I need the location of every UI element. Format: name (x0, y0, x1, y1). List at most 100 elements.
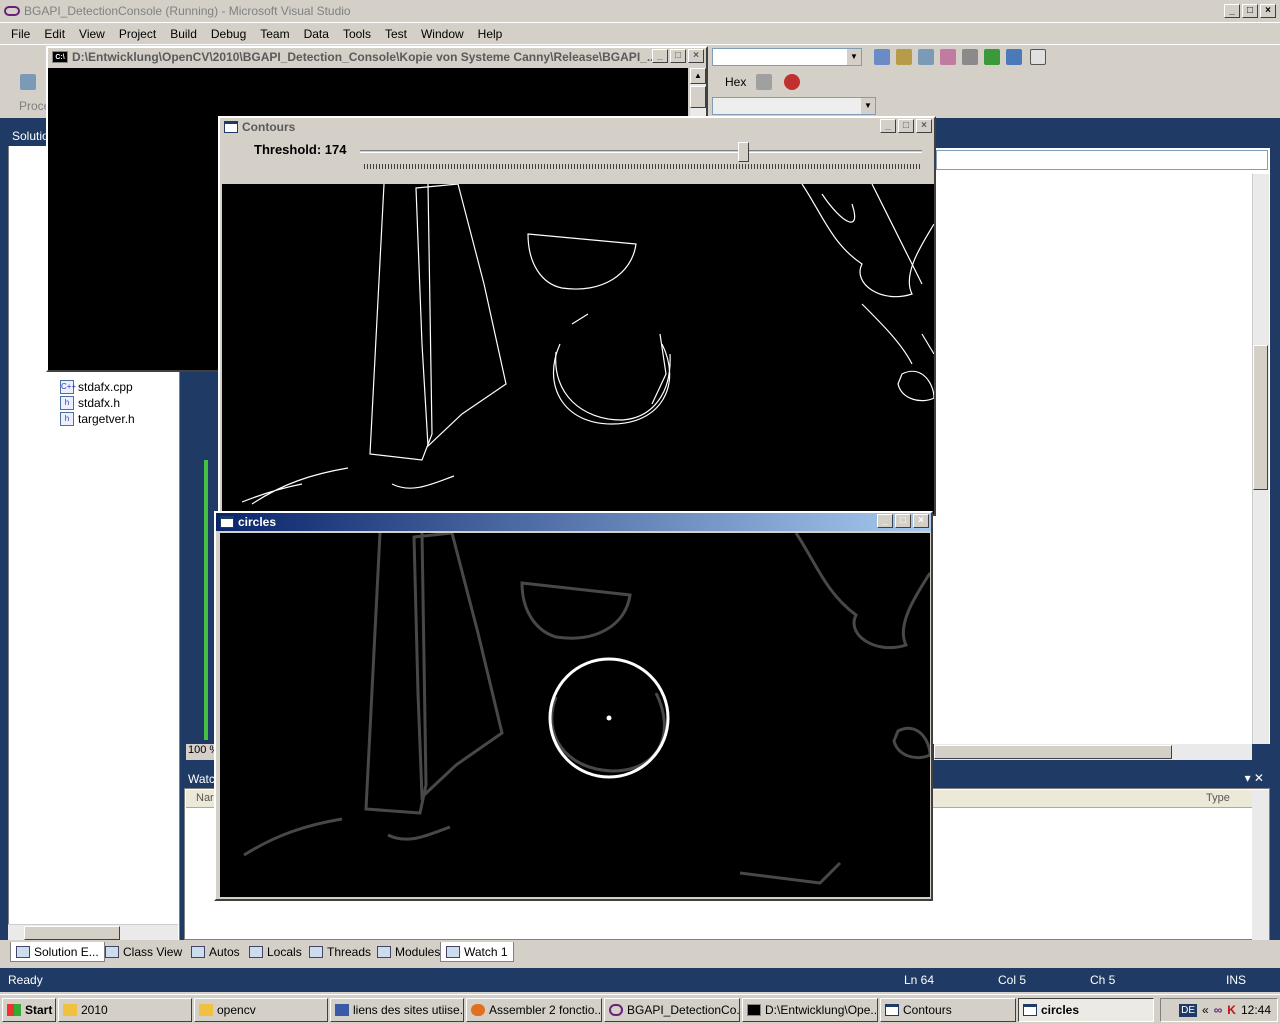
console-title-bar[interactable]: C:\ D:\Entwicklung\OpenCV\2010\BGAPI_Det… (48, 48, 706, 66)
minimize-button[interactable]: _ (1224, 4, 1240, 18)
close-button[interactable]: × (1260, 4, 1276, 18)
watch-icon (446, 945, 460, 958)
circle-center-point (606, 715, 612, 721)
tab-solution-explorer[interactable]: Solution E... (10, 942, 105, 962)
maximize-button[interactable]: □ (898, 119, 914, 133)
slider-ticks (364, 164, 920, 169)
start-button[interactable]: Start (2, 998, 56, 1022)
menu-window[interactable]: Window (414, 27, 471, 41)
object-browser-icon[interactable] (918, 49, 934, 65)
start-page-icon[interactable] (984, 49, 1000, 65)
tab-modules[interactable]: Modules (372, 942, 445, 962)
windows-logo-icon (7, 1004, 21, 1016)
menu-project[interactable]: Project (112, 27, 163, 41)
task-label: Contours (903, 1003, 952, 1017)
tools-icon[interactable] (962, 49, 978, 65)
taskbar: Start 2010 opencv liens des sites utiise… (0, 994, 1280, 1024)
scroll-thumb[interactable] (690, 86, 706, 108)
show-hidden-icons-icon[interactable]: « (1202, 1003, 1209, 1017)
circles-title-bar[interactable]: circles _ □ × (216, 513, 931, 531)
file-stdafx-h[interactable]: h stdafx.h (60, 396, 120, 410)
minimize-button[interactable]: _ (877, 514, 893, 528)
vs-window-title: BGAPI_DetectionConsole (Running) - Micro… (24, 4, 351, 18)
taskbar-item-visual-studio[interactable]: BGAPI_DetectionCo... (604, 998, 740, 1022)
menu-view[interactable]: View (72, 27, 112, 41)
debug-icon[interactable] (20, 74, 36, 90)
find-icon[interactable] (874, 49, 890, 65)
status-text: Ready (8, 973, 43, 987)
threshold-slider-track[interactable] (360, 150, 922, 153)
maximize-button[interactable]: □ (1242, 4, 1258, 18)
watch-vscrollbar[interactable] (1252, 790, 1269, 940)
maximize-button[interactable]: □ (670, 49, 686, 63)
visual-studio-tray-icon[interactable]: ∞ (1214, 1003, 1223, 1017)
taskbar-item-2010[interactable]: 2010 (58, 998, 192, 1022)
menu-file[interactable]: File (4, 27, 37, 41)
tab-label: Threads (327, 945, 372, 959)
maximize-button[interactable]: □ (895, 514, 911, 528)
hex-toggle[interactable]: Hex (725, 75, 746, 89)
folder-icon (199, 1004, 213, 1016)
tab-class-view[interactable]: Class View (100, 942, 187, 962)
menu-help[interactable]: Help (471, 27, 510, 41)
close-button[interactable]: × (913, 514, 929, 528)
team-explorer-icon[interactable] (1006, 49, 1022, 65)
close-icon[interactable]: ▾ ✕ (1245, 771, 1264, 785)
close-button[interactable]: × (916, 119, 932, 133)
editor-hscroll-thumb[interactable] (934, 745, 1172, 759)
menu-tools[interactable]: Tools (336, 27, 378, 41)
scroll-up-arrow-icon[interactable]: ▲ (690, 68, 706, 84)
properties-icon[interactable] (896, 49, 912, 65)
column-type[interactable]: Type (1206, 792, 1230, 804)
antivirus-icon[interactable]: K (1227, 1003, 1236, 1017)
breakpoint-icon[interactable] (784, 74, 800, 90)
solution-config-combo[interactable]: ▼ (712, 48, 862, 66)
window-icon (885, 1004, 899, 1016)
tab-autos[interactable]: Autos (186, 942, 245, 962)
menu-edit[interactable]: Edit (37, 27, 72, 41)
header-file-icon: h (60, 396, 74, 410)
stack-frame-combo[interactable]: ▼ (712, 97, 876, 115)
tab-label: Class View (123, 945, 183, 959)
menu-data[interactable]: Data (297, 27, 336, 41)
task-label: circles (1041, 1003, 1080, 1017)
contours-title: Contours (242, 120, 296, 134)
tab-watch-1[interactable]: Watch 1 (440, 942, 514, 962)
command-window-icon[interactable] (1030, 49, 1046, 65)
file-label: stdafx.h (78, 396, 121, 410)
console-title: D:\Entwicklung\OpenCV\2010\BGAPI_Detecti… (72, 50, 652, 64)
menu-debug[interactable]: Debug (204, 27, 253, 41)
taskbar-item-opencv[interactable]: opencv (194, 998, 328, 1022)
close-button[interactable]: × (688, 49, 704, 63)
step-icon[interactable] (756, 74, 772, 90)
menu-team[interactable]: Team (253, 27, 296, 41)
editor-vscroll-thumb[interactable] (1253, 345, 1268, 490)
file-stdafx-cpp[interactable]: C++ stdafx.cpp (60, 380, 133, 394)
menu-test[interactable]: Test (378, 27, 414, 41)
taskbar-item-firefox[interactable]: Assembler 2 fonctio... (466, 998, 602, 1022)
file-targetver-h[interactable]: h targetver.h (60, 412, 135, 426)
threshold-slider-thumb[interactable] (738, 142, 750, 162)
column-name[interactable]: Nar (196, 792, 214, 804)
scroll-thumb[interactable] (24, 926, 120, 940)
menu-build[interactable]: Build (163, 27, 204, 41)
language-indicator[interactable]: DE (1179, 1003, 1198, 1017)
member-combo[interactable] (936, 150, 1268, 170)
modules-icon (377, 946, 391, 958)
task-label: D:\Entwicklung\Ope... (765, 1003, 878, 1017)
minimize-button[interactable]: _ (880, 119, 896, 133)
tab-label: Solution E... (34, 944, 99, 959)
taskbar-item-contours[interactable]: Contours (880, 998, 1016, 1022)
toolbox-icon[interactable] (940, 49, 956, 65)
tab-threads[interactable]: Threads (304, 942, 376, 962)
code-editor[interactable] (930, 148, 1270, 744)
tab-locals[interactable]: Locals (244, 942, 307, 962)
taskbar-item-console[interactable]: D:\Entwicklung\Ope... (742, 998, 878, 1022)
taskbar-item-circles[interactable]: circles (1018, 998, 1154, 1022)
solution-hscrollbar[interactable] (8, 924, 178, 940)
tab-label: Modules (395, 945, 441, 959)
taskbar-item-word[interactable]: liens des sites utiise... (330, 998, 464, 1022)
file-label: stdafx.cpp (78, 380, 133, 394)
contours-title-bar[interactable]: Contours _ □ × (220, 118, 934, 136)
minimize-button[interactable]: _ (652, 49, 668, 63)
